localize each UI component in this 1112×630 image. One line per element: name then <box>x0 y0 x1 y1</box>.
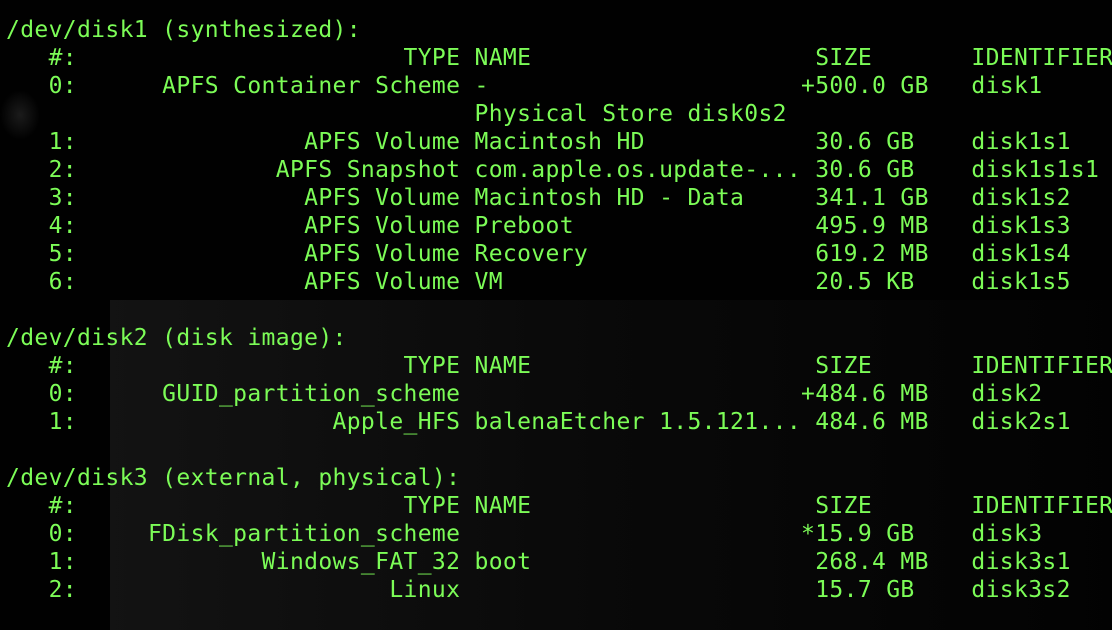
terminal-window[interactable]: /dev/disk1 (synthesized): #: TYPE NAME S… <box>0 0 1112 630</box>
disk1-row-0-continuation-line: Physical Store disk0s2 <box>6 101 787 127</box>
disk3-row-1-line: 1: Windows_FAT_32 boot 268.4 MB disk3s1 <box>6 549 1071 575</box>
disk2-row-1-line: 1: Apple_HFS balenaEtcher 1.5.121... 484… <box>6 409 1071 435</box>
disk1-row-1-line: 1: APFS Volume Macintosh HD 30.6 GB disk… <box>6 129 1071 155</box>
disk2-row-0-line: 0: GUID_partition_scheme +484.6 MB disk2 <box>6 381 1043 407</box>
disk1-row-5-line: 5: APFS Volume Recovery 619.2 MB disk1s4 <box>6 241 1071 267</box>
disk3-row-0-line: 0: FDisk_partition_scheme *15.9 GB disk3 <box>6 521 1043 547</box>
disk3-header-line: /dev/disk3 (external, physical): <box>6 465 461 491</box>
disk1-row-4-line: 4: APFS Volume Preboot 495.9 MB disk1s3 <box>6 213 1071 239</box>
disk1-row-3-line: 3: APFS Volume Macintosh HD - Data 341.1… <box>6 185 1071 211</box>
disk1-row-0-line: 0: APFS Container Scheme - +500.0 GB dis… <box>6 73 1043 99</box>
disk3-row-2-line: 2: Linux 15.7 GB disk3s2 <box>6 577 1071 603</box>
disk3-column-header-line: #: TYPE NAME SIZE IDENTIFIER <box>6 493 1112 519</box>
disk1-row-2-line: 2: APFS Snapshot com.apple.os.update-...… <box>6 157 1100 183</box>
disk1-row-6-line: 6: APFS Volume VM 20.5 KB disk1s5 <box>6 269 1071 295</box>
disk2-column-header-line: #: TYPE NAME SIZE IDENTIFIER <box>6 353 1112 379</box>
terminal-output: /dev/disk1 (synthesized): #: TYPE NAME S… <box>0 0 1112 630</box>
disk2-header-line: /dev/disk2 (disk image): <box>6 325 347 351</box>
disk1-header-line: /dev/disk1 (synthesized): <box>6 17 361 43</box>
disk1-column-header-line: #: TYPE NAME SIZE IDENTIFIER <box>6 45 1112 71</box>
